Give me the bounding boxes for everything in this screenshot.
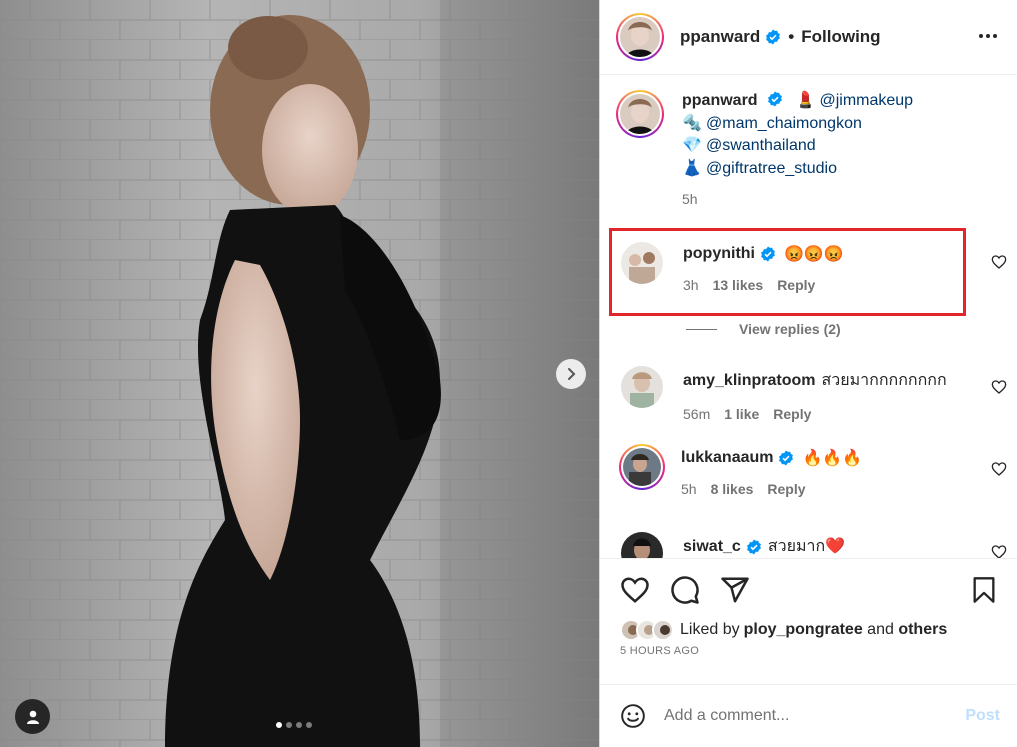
comment-text: สวยมาก❤️ (767, 538, 846, 555)
emoji-smiley-icon[interactable] (620, 703, 646, 729)
comment-time[interactable]: 5h (681, 481, 697, 497)
comment-time[interactable]: 3h (683, 277, 699, 293)
commenter-avatar[interactable] (621, 366, 663, 408)
caption-avatar[interactable] (616, 90, 664, 138)
liker-avatars[interactable] (620, 619, 674, 641)
verified-badge-icon (766, 29, 781, 45)
commenter-avatar[interactable] (621, 242, 663, 284)
header-separator: • (788, 27, 795, 46)
liker-avatar (652, 619, 674, 641)
carousel-indicator (276, 722, 312, 728)
comment-item: amy_klinpratoom สวยมากกกกกกกก 56m 1 like… (621, 366, 1011, 422)
tagged-users-button[interactable] (15, 699, 50, 734)
comment-item: popynithi 😡😡😡 3h 13 likes Reply (621, 242, 1011, 293)
post-photo (0, 0, 599, 747)
reply-button[interactable]: Reply (773, 406, 811, 422)
liked-by: Liked by ploy_pongratee and others (620, 619, 947, 641)
carousel-dot (306, 722, 312, 728)
comment-text: 😡😡😡 (783, 246, 844, 263)
post-header: ppanward • Following (600, 0, 1017, 75)
chevron-right-icon (568, 368, 576, 380)
caption-mention[interactable]: @mam_chaimongkon (706, 115, 862, 132)
post-button[interactable]: Post (965, 707, 1000, 725)
comment-bubble-icon[interactable] (670, 575, 700, 605)
view-replies-button[interactable]: View replies (2) (686, 321, 841, 337)
post-actions: Liked by ploy_pongratee and others 5 HOU… (600, 558, 1017, 684)
post-caption: ppanward 💄 @jimmakeup 🔩 @mam_chaimongkon 💎… (616, 90, 913, 211)
verified-badge-icon (746, 539, 761, 554)
commenter-avatar[interactable] (621, 532, 663, 558)
commenter-username[interactable]: amy_klinpratoom (683, 372, 815, 390)
comment-likes[interactable]: 1 like (724, 406, 759, 422)
carousel-dot (296, 722, 302, 728)
like-comment-heart-icon[interactable] (991, 254, 1007, 270)
post-timestamp[interactable]: 5 HOURS AGO (620, 645, 699, 657)
liked-by-prefix: Liked by (680, 621, 740, 638)
post-side-panel: ppanward • Following ppanward 💄 @jimmakeu… (599, 0, 1017, 747)
verified-badge-icon (768, 91, 782, 107)
liked-by-username[interactable]: ploy_pongratee (744, 621, 863, 639)
view-replies-line (686, 328, 717, 330)
save-bookmark-icon[interactable] (970, 575, 998, 605)
comment-text: สวยมากกกกกกกก (821, 372, 947, 389)
gem-icon: 💎 (682, 137, 702, 154)
like-comment-heart-icon[interactable] (991, 379, 1007, 395)
post-media (0, 0, 599, 747)
carousel-dot (276, 722, 282, 728)
caption-time[interactable]: 5h (682, 188, 913, 211)
comments-list[interactable]: ppanward 💄 @jimmakeup 🔩 @mam_chaimongkon 💎… (600, 76, 1017, 558)
liked-by-and: and (862, 621, 899, 638)
more-options-icon[interactable] (978, 26, 998, 46)
comment-item: lukkanaaum 🔥🔥🔥 5h 8 likes Reply (619, 444, 1011, 497)
commenter-avatar[interactable] (619, 444, 665, 490)
comment-input[interactable] (664, 707, 944, 725)
author-username[interactable]: ppanward (680, 27, 760, 47)
commenter-username[interactable]: siwat_c (683, 538, 741, 556)
comment-text: 🔥🔥🔥 (802, 450, 863, 467)
reply-button[interactable]: Reply (777, 277, 815, 293)
comment-likes[interactable]: 8 likes (711, 481, 754, 497)
comment-likes[interactable]: 13 likes (713, 277, 764, 293)
comment-time[interactable]: 56m (683, 406, 710, 422)
lipstick-icon: 💄 (795, 92, 816, 109)
like-comment-heart-icon[interactable] (991, 544, 1007, 558)
like-comment-heart-icon[interactable] (991, 461, 1007, 477)
caption-mention[interactable]: @jimmakeup (819, 92, 913, 109)
author-avatar[interactable] (616, 13, 664, 61)
reply-button[interactable]: Reply (767, 481, 805, 497)
like-heart-icon[interactable] (620, 575, 650, 605)
view-replies-label: View replies (2) (739, 321, 841, 337)
commenter-username[interactable]: popynithi (683, 245, 755, 263)
caption-mention[interactable]: @giftratree_studio (706, 160, 837, 177)
commenter-username[interactable]: lukkanaaum (681, 449, 773, 467)
dress-icon: 👗 (682, 159, 702, 177)
user-icon (26, 710, 39, 724)
verified-badge-icon (761, 246, 775, 262)
liked-by-others[interactable]: others (898, 621, 947, 639)
following-button[interactable]: Following (801, 27, 880, 47)
add-comment-bar: Post (600, 684, 1017, 747)
comment-item: siwat_c สวยมาก❤️ (621, 532, 1011, 558)
carousel-dot (286, 722, 292, 728)
caption-username[interactable]: ppanward (682, 92, 758, 109)
share-send-icon[interactable] (720, 575, 750, 605)
screw-icon: 🔩 (682, 114, 702, 132)
next-slide-button[interactable] (556, 359, 586, 389)
caption-mention[interactable]: @swanthailand (706, 137, 816, 154)
verified-badge-icon (779, 450, 794, 466)
